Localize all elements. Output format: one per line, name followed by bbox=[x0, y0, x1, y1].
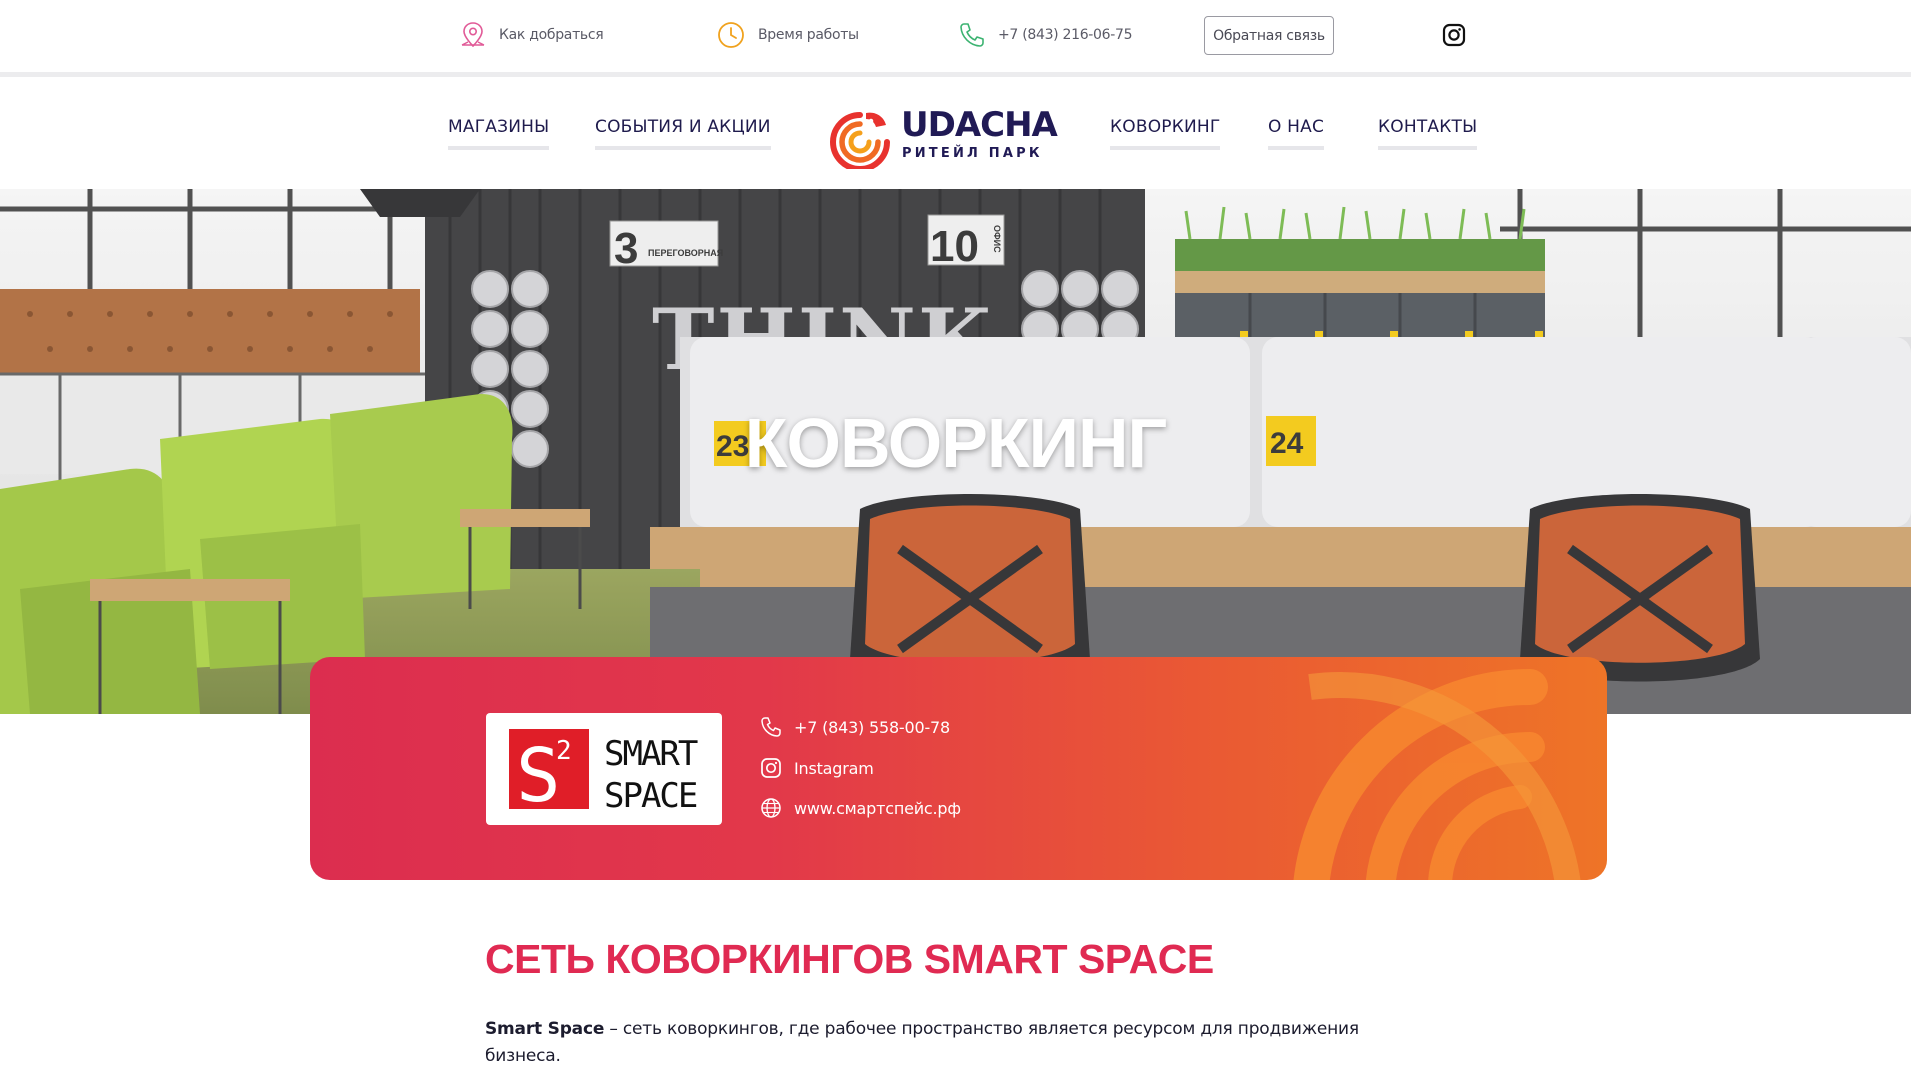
card-phone-link[interactable]: +7 (843) 558-00-78 bbox=[760, 716, 950, 738]
nav-item-about[interactable]: О НАС bbox=[1268, 117, 1325, 150]
nav-item-contacts[interactable]: КОНТАКТЫ bbox=[1378, 117, 1478, 150]
globe-icon bbox=[761, 798, 781, 818]
hours-link[interactable]: Время работы bbox=[716, 18, 859, 52]
route-link[interactable]: Как добраться bbox=[459, 18, 604, 52]
logo-s-letter: S bbox=[516, 733, 561, 819]
feedback-button[interactable]: Обратная связь bbox=[1204, 16, 1334, 55]
description-text: – сеть коворкингов, где рабочее простран… bbox=[485, 1019, 1359, 1066]
logo-subtitle: РИТЕЙЛ ПАРК bbox=[902, 146, 1043, 161]
top-bar: Как добраться Время работы +7 (843) 216-… bbox=[0, 0, 1911, 72]
section-title: СЕТЬ КОВОРКИНГОВ SMART SPACE bbox=[485, 936, 1214, 982]
smart-space-logo-graphic: S 2 SMART SPACE bbox=[509, 729, 700, 819]
logo-word-smart: SMART bbox=[604, 734, 698, 774]
phone-link[interactable]: +7 (843) 216-06-75 bbox=[958, 18, 1133, 52]
logo-mark-icon bbox=[830, 112, 890, 169]
instagram-icon bbox=[761, 758, 781, 778]
udacha-logo[interactable]: UDACHA РИТЕЙЛ ПАРК bbox=[824, 105, 1058, 169]
description-brand: Smart Space bbox=[485, 1019, 605, 1039]
logo-word-space: SPACE bbox=[604, 776, 697, 816]
logo-superscript: 2 bbox=[556, 736, 572, 766]
nav-item-shops[interactable]: МАГАЗИНЫ bbox=[448, 117, 550, 150]
phone-icon bbox=[761, 717, 781, 737]
map-pin-icon bbox=[461, 22, 485, 48]
nav-item-coworking[interactable]: КОВОРКИНГ bbox=[1110, 117, 1221, 150]
card-phone-number: +7 (843) 558-00-78 bbox=[794, 717, 950, 737]
instagram-icon bbox=[1442, 23, 1466, 47]
coworking-contact-card: S 2 SMART SPACE +7 (843) 558-00-78 Insta… bbox=[310, 657, 1607, 880]
logo-word: UDACHA bbox=[901, 105, 1058, 145]
card-website-url: www.смартспейс.рф bbox=[794, 798, 961, 818]
phone-icon bbox=[960, 23, 984, 47]
smart-space-logo[interactable]: S 2 SMART SPACE bbox=[486, 713, 722, 825]
clock-icon bbox=[718, 22, 744, 48]
route-label: Как добраться bbox=[499, 27, 604, 43]
card-instagram-link[interactable]: Instagram bbox=[760, 757, 874, 779]
top-phone-number: +7 (843) 216-06-75 bbox=[998, 27, 1133, 43]
main-nav: МАГАЗИНЫ СОБЫТИЯ И АКЦИИ UDACHA РИТЕЙЛ П… bbox=[0, 77, 1911, 189]
card-website-link[interactable]: www.смартспейс.рф bbox=[760, 797, 961, 819]
hours-label: Время работы bbox=[758, 27, 859, 43]
card-instagram-label: Instagram bbox=[794, 758, 874, 778]
section-description: Smart Space – сеть коворкингов, где рабо… bbox=[485, 1016, 1415, 1068]
hero-title: КОВОРКИНГ bbox=[744, 404, 1167, 482]
instagram-link[interactable] bbox=[1439, 20, 1469, 50]
nav-item-events[interactable]: СОБЫТИЯ И АКЦИИ bbox=[595, 117, 771, 150]
hero-banner: 3 ПЕРЕГОВОРНАЯ 10 ОФИС THINK 23 24 bbox=[0, 189, 1911, 714]
